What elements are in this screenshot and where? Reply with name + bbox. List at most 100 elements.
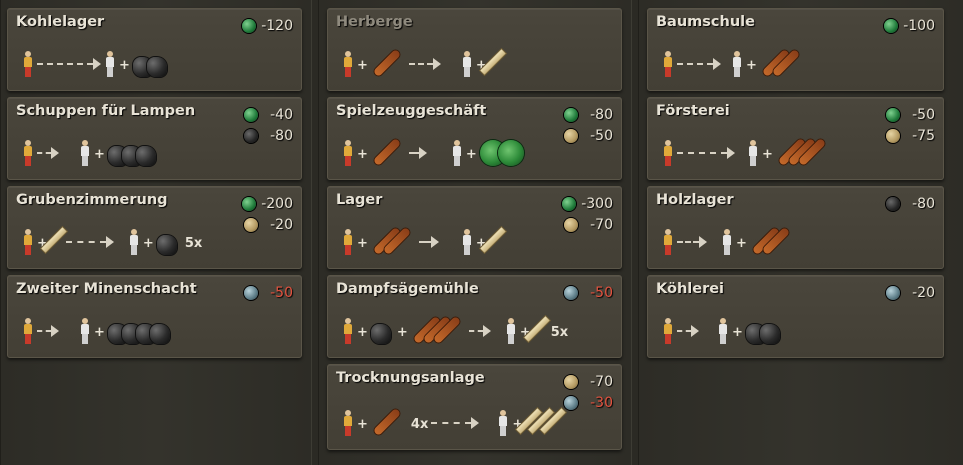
worker-white-icon xyxy=(461,229,473,255)
plus-icon: + xyxy=(357,58,368,73)
building-title: Köhlerei xyxy=(656,281,725,297)
coal-resource-icon xyxy=(886,196,900,211)
building-card[interactable]: Kohlelager -120 + xyxy=(7,8,302,91)
worker-white-icon xyxy=(451,140,463,166)
arrow-icon xyxy=(468,318,491,344)
worker-white-icon xyxy=(721,229,733,255)
log-icon xyxy=(411,315,461,345)
cost-value: -50 xyxy=(270,284,293,301)
cost-list: -80 xyxy=(886,193,935,214)
green-resource-icon xyxy=(562,196,577,211)
plank-icon xyxy=(523,316,550,344)
plank-resource-icon xyxy=(564,217,578,232)
cost-value: -80 xyxy=(590,106,613,123)
worker-white-icon xyxy=(747,140,759,166)
green-resource-icon xyxy=(886,107,900,122)
building-card[interactable]: Baumschule -100 + xyxy=(647,8,944,91)
plank-resource-icon xyxy=(886,128,900,143)
coal-icon xyxy=(745,318,780,344)
multiplier-label: 4x xyxy=(410,417,429,432)
cost-value: -100 xyxy=(903,17,935,34)
building-card[interactable]: Herberge + + xyxy=(327,8,622,91)
plus-icon: + xyxy=(357,236,368,251)
building-card[interactable]: Spielzeuggeschäft -80 -50 + + xyxy=(327,97,622,180)
plus-icon: + xyxy=(465,147,477,162)
worker-white-icon xyxy=(497,410,509,436)
building-card[interactable]: Schuppen für Lampen -40 -80 + xyxy=(7,97,302,180)
worker-red-icon xyxy=(662,140,674,166)
cost-value: -120 xyxy=(261,17,293,34)
recipe: + + + 5x xyxy=(342,310,571,345)
worker-white-icon xyxy=(731,51,743,77)
coal-icon xyxy=(132,51,167,77)
recipe: + xyxy=(662,43,801,78)
cost-value: -200 xyxy=(261,195,293,212)
coal-resource-icon xyxy=(244,128,258,143)
recipe: + xyxy=(22,43,167,77)
arrow-icon xyxy=(677,229,707,255)
worker-red-icon xyxy=(342,51,354,77)
coal-icon xyxy=(156,229,177,255)
building-card[interactable]: Köhlerei -20 + xyxy=(647,275,944,358)
plus-icon: + xyxy=(94,325,105,340)
building-card[interactable]: Dampfsägemühle -50 + + + 5x xyxy=(327,275,622,358)
recipe: + xyxy=(22,310,170,344)
log-icon xyxy=(750,226,791,256)
green-resource-icon xyxy=(244,107,258,122)
cost-value: -75 xyxy=(912,127,935,144)
arrow-icon xyxy=(418,229,439,255)
cost-list: -70 -30 xyxy=(564,371,613,413)
tool-resource-icon xyxy=(564,395,578,410)
worker-red-icon xyxy=(22,318,34,344)
plank-resource-icon xyxy=(564,128,578,143)
coal-icon xyxy=(107,318,170,344)
plus-icon: + xyxy=(746,58,757,73)
worker-red-icon xyxy=(662,51,674,77)
worker-red-icon xyxy=(22,229,34,255)
cost-list: -100 xyxy=(884,15,935,36)
plus-icon: + xyxy=(94,147,105,162)
cost-list: -300 -70 xyxy=(562,193,613,235)
building-card[interactable]: Lager -300 -70 + + xyxy=(327,186,622,269)
worker-white-icon xyxy=(104,51,116,77)
worker-red-icon xyxy=(342,229,354,255)
recipe: + + xyxy=(342,221,506,256)
building-title: Baumschule xyxy=(656,14,755,30)
arrow-icon xyxy=(37,140,59,166)
cost-value: -20 xyxy=(270,216,293,233)
plus-icon: + xyxy=(357,417,368,432)
building-card[interactable]: Grubenzimmerung -200 -20 + + 5x xyxy=(7,186,302,269)
plus-icon: + xyxy=(736,236,747,251)
worker-red-icon xyxy=(22,140,34,166)
arrow-icon xyxy=(431,410,480,436)
cost-value: -50 xyxy=(590,284,613,301)
building-card[interactable]: Trocknungsanlage -70 -30 + 4x + xyxy=(327,364,622,450)
plus-icon: + xyxy=(357,147,368,162)
building-title: Zweiter Minenschacht xyxy=(16,281,197,297)
cost-value: -80 xyxy=(912,195,935,212)
cost-value: -50 xyxy=(590,127,613,144)
log-icon xyxy=(371,48,402,78)
building-card[interactable]: Holzlager -80 + xyxy=(647,186,944,269)
plank-resource-icon xyxy=(244,217,258,232)
coin-icon xyxy=(479,136,524,166)
building-title: Försterei xyxy=(656,103,730,119)
arrow-icon xyxy=(37,318,59,344)
cost-value: -80 xyxy=(270,127,293,144)
arrow-icon xyxy=(408,51,441,77)
log-icon xyxy=(776,137,827,167)
cost-value: -20 xyxy=(912,284,935,301)
log-icon xyxy=(371,407,402,437)
plank-icon xyxy=(41,227,67,255)
cost-list: -50 xyxy=(244,282,293,303)
green-resource-icon xyxy=(242,18,257,33)
plank-icon xyxy=(516,408,566,436)
building-card[interactable]: Zweiter Minenschacht -50 + xyxy=(7,275,302,358)
arrow-icon xyxy=(677,51,721,77)
building-card[interactable]: Försterei -50 -75 + xyxy=(647,97,944,180)
worker-white-icon xyxy=(505,318,517,344)
cost-value: -30 xyxy=(590,394,613,411)
cost-value: -70 xyxy=(590,373,613,390)
worker-red-icon xyxy=(342,410,354,436)
green-resource-icon xyxy=(884,18,899,33)
